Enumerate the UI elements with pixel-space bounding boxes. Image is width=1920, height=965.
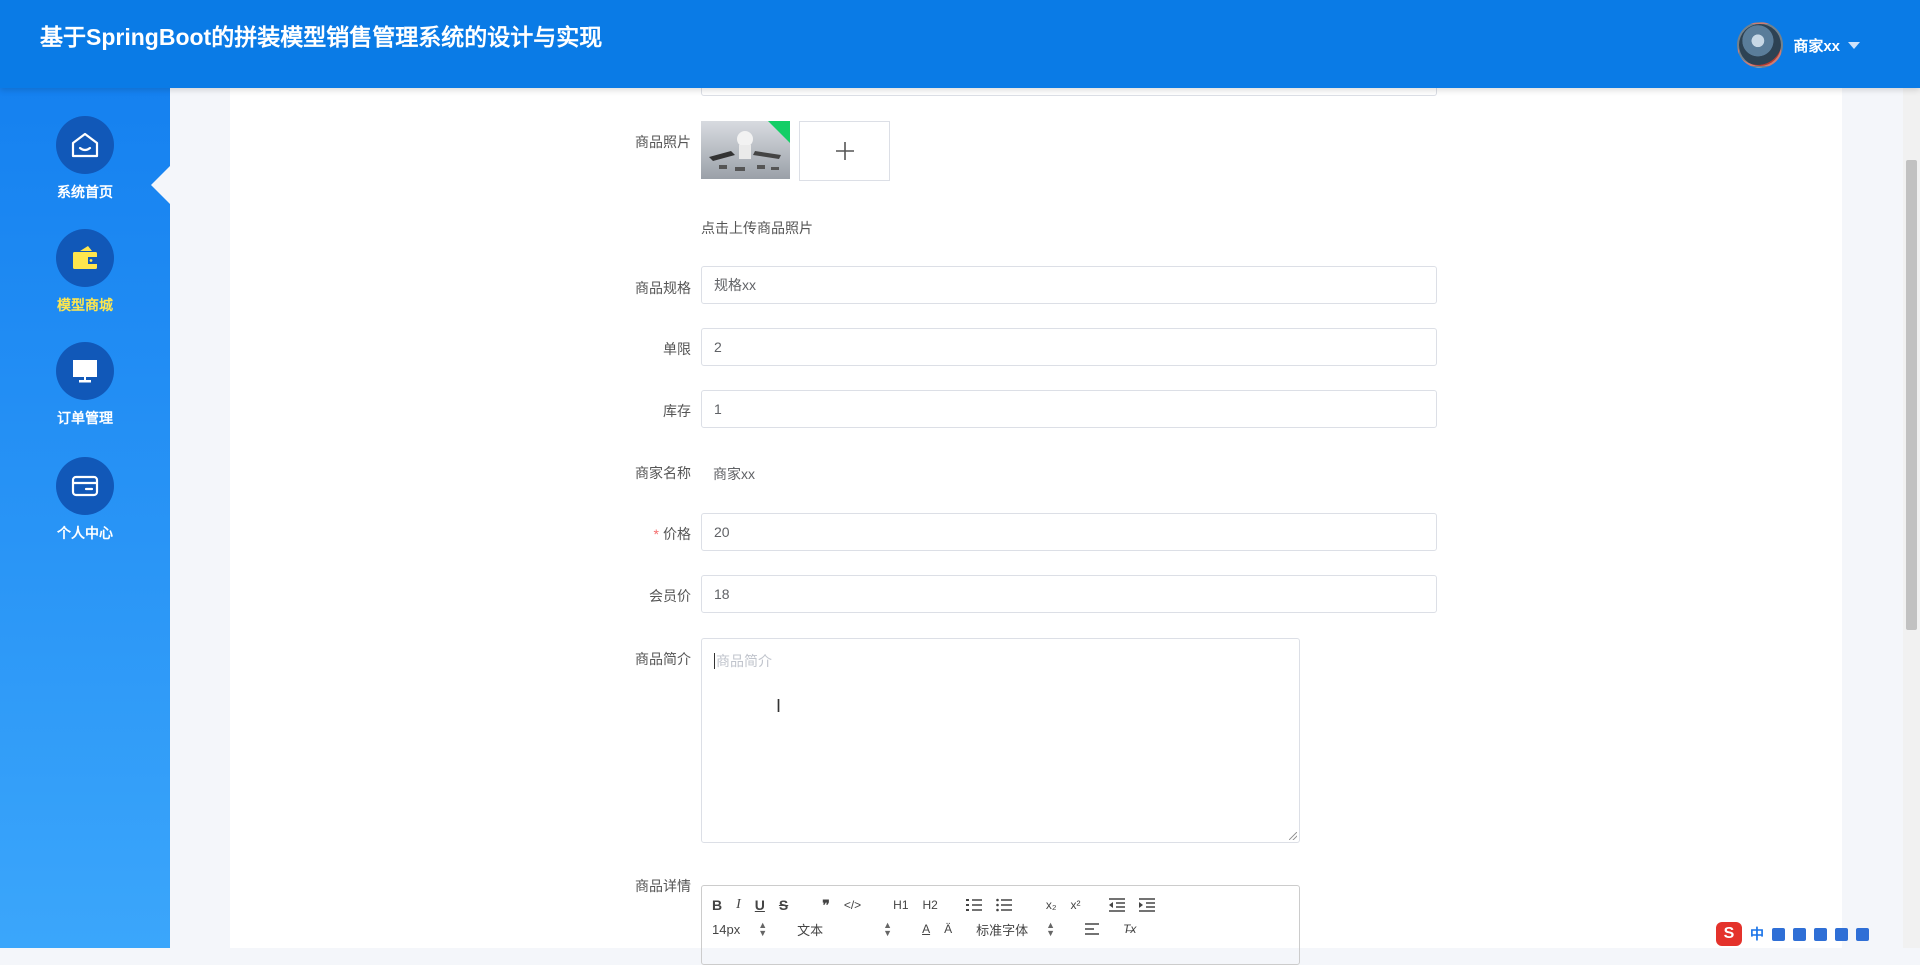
editor-toolbar: B I U S ❞ </> H1 H2 x₂ x² [712,894,1169,916]
select-arrows-icon: ▲ ▼ [758,920,768,938]
toolbox-icon[interactable] [1856,927,1869,941]
active-indicator [151,165,171,205]
sidebar: 系统首页 模型商城 订单管理 个人中心 [0,88,170,948]
price-label: * 价格 [653,526,691,542]
ime-toolbar[interactable]: S 中 [1716,920,1920,948]
bold-button[interactable]: B [712,897,722,913]
price-input[interactable]: 20 [701,513,1437,551]
bullet-list-icon[interactable] [996,898,1012,912]
indent-icon[interactable] [1138,898,1155,912]
spec-label: 商品规格 [635,280,691,296]
detail-rich-editor[interactable]: B I U S ❞ </> H1 H2 x₂ x² 14px ▲ ▼ 文本 ▲ … [701,885,1300,965]
sogou-logo-icon[interactable]: S [1716,922,1742,946]
italic-button[interactable]: I [736,897,741,913]
product-photo-thumbnail[interactable] [701,121,790,179]
text-type-select[interactable]: 文本 ▲ ▼ [797,920,892,939]
required-mark: * [653,526,659,542]
code-block-button[interactable]: </> [844,898,861,912]
form-panel: 商品照片 点击上传商品照片 商品规格 规格xx 单限 2 库存 1 商家名称 商… [230,86,1842,965]
mouse-cursor-icon: I [776,696,782,716]
sidebar-item-home[interactable]: 系统首页 [0,116,170,202]
intro-label: 商品简介 [635,651,691,667]
intro-placeholder: 商品简介 [716,653,772,669]
clear-format-icon[interactable]: T̶x [1123,922,1136,936]
keyboard-icon[interactable] [1814,927,1827,941]
punctuation-icon[interactable] [1772,927,1785,941]
intro-textarea[interactable]: 商品简介 [701,638,1300,843]
background-color-icon[interactable]: Ä [944,922,952,936]
top-header: 基于SpringBoot的拼装模型销售管理系统的设计与实现 商家xx [0,0,1920,88]
member-price-input[interactable]: 18 [701,575,1437,613]
sidebar-item-label: 个人中心 [57,525,113,541]
blockquote-button[interactable]: ❞ [822,897,830,914]
ime-mode[interactable]: 中 [1750,924,1764,944]
select-arrows-icon: ▲ ▼ [1046,920,1056,938]
photo-label: 商品照片 [635,134,691,150]
font-size-select[interactable]: 14px ▲ ▼ [712,920,768,938]
sidebar-item-label: 模型商城 [57,297,113,313]
merchant-label: 商家名称 [635,465,691,481]
page-scrollbar[interactable] [1903,88,1920,948]
chevron-down-icon[interactable] [1848,41,1860,49]
h1-button[interactable]: H1 [893,898,908,912]
plus-icon [835,142,854,160]
text-caret [714,653,715,669]
ordered-list-icon[interactable] [965,898,982,912]
monitor-icon [73,360,97,383]
stock-input[interactable]: 1 [701,390,1437,428]
upload-photo-button[interactable] [799,121,890,181]
subscript-button[interactable]: x₂ [1046,898,1057,912]
strike-button[interactable]: S [779,897,788,913]
upload-hint: 点击上传商品照片 [701,220,813,236]
product-form: 商品照片 点击上传商品照片 商品规格 规格xx 单限 2 库存 1 商家名称 商… [230,86,1842,965]
skin-icon[interactable] [1835,927,1848,941]
limit-input[interactable]: 2 [701,328,1437,366]
font-family-select[interactable]: 标准字体 ▲ ▼ [976,920,1055,939]
resize-handle[interactable] [1289,832,1297,840]
microphone-icon[interactable] [1793,927,1806,941]
user-menu[interactable]: 商家xx [1737,22,1860,68]
spec-input[interactable]: 规格xx [701,266,1437,304]
underline-button[interactable]: U [755,897,765,913]
app-title: 基于SpringBoot的拼装模型销售管理系统的设计与实现 [40,24,603,50]
scrollbar-thumb[interactable] [1906,160,1917,630]
card-icon [71,475,99,497]
font-color-icon[interactable]: A [922,922,930,936]
sidebar-item-orders[interactable]: 订单管理 [0,342,170,428]
sidebar-item-label: 系统首页 [57,184,113,200]
editor-toolbar-row2: 14px ▲ ▼ 文本 ▲ ▼ A Ä 标准字体 ▲ ▼ T̶x [712,918,1150,940]
sidebar-item-personal-center[interactable]: 个人中心 [0,457,170,543]
superscript-button[interactable]: x² [1071,898,1081,912]
member-price-label: 会员价 [649,588,691,604]
home-icon [71,132,99,158]
limit-label: 单限 [663,341,691,357]
outdent-icon[interactable] [1108,898,1125,912]
h2-button[interactable]: H2 [923,898,938,912]
stock-label: 库存 [663,403,691,419]
wallet-icon [73,246,97,269]
detail-label: 商品详情 [635,878,691,894]
avatar[interactable] [1737,22,1784,68]
check-badge-icon [768,121,790,143]
merchant-value: 商家xx [713,466,755,482]
sidebar-item-label: 订单管理 [57,410,113,426]
align-left-icon[interactable] [1085,923,1100,935]
select-arrows-icon: ▲ ▼ [883,920,893,938]
sidebar-item-model-mall[interactable]: 模型商城 [0,229,170,315]
user-name[interactable]: 商家xx [1793,35,1840,56]
